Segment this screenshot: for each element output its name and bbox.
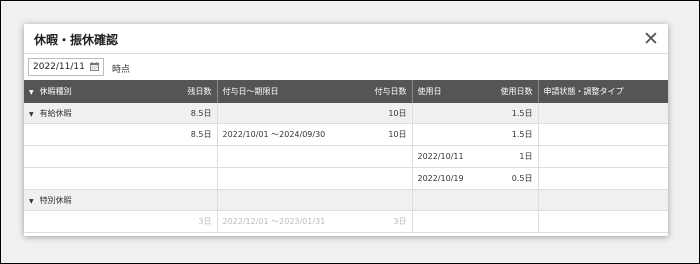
header-used: 使用日 使用日数 <box>412 80 539 103</box>
calendar-icon[interactable] <box>90 62 99 71</box>
cell-used_days: 0.5日 <box>511 174 533 183</box>
cell-period-granted: 10日 <box>217 103 413 124</box>
cell-period-granted: 2022/10/01 ～2024/09/30 10日 <box>217 123 413 146</box>
cell-period-granted <box>217 189 413 211</box>
date-value: 2022/11/11 <box>33 62 85 72</box>
cell-status <box>538 210 668 233</box>
table-row: 8.5日 2022/10/01 ～2024/09/30 10日 1.5日 <box>24 123 668 146</box>
header-period-granted: 付与日～期限日 付与日数 <box>217 80 413 103</box>
cell-period: 2022/10/01 ～2024/09/30 <box>222 130 326 139</box>
cell-granted: 3日 <box>393 217 407 226</box>
cell-status <box>538 167 668 190</box>
cell-granted: 10日 <box>388 130 407 139</box>
vacation-table: ▼ 休暇種別 残日数 付与日～期限日 付与日数 使用日 使用日数 申請状態・調整… <box>24 80 668 233</box>
cell-type: 有給休暇 <box>39 108 72 118</box>
cell-period-granted <box>217 145 413 168</box>
expand-toggle-icon[interactable]: ▼ <box>29 111 34 118</box>
cell-status <box>538 189 668 211</box>
category-row[interactable]: ▼ 特別休暇 <box>24 189 668 211</box>
cell-remaining: 3日 <box>198 217 212 226</box>
divider <box>24 53 668 54</box>
cell-used: 2022/10/19 0.5日 <box>412 167 539 190</box>
table-row: 2022/10/11 1日 <box>24 145 668 168</box>
header-type[interactable]: ▼ 休暇種別 <box>29 86 72 97</box>
header-granted: 付与日数 <box>374 87 407 96</box>
cell-used_date: 2022/10/19 <box>417 174 464 183</box>
cell-type-remaining: 3日 <box>24 210 218 233</box>
cell-used_days: 1.5日 <box>511 130 533 139</box>
cell-period-granted: 2022/12/01 ～2023/01/31 3日 <box>217 210 413 233</box>
table-row: 2022/10/19 0.5日 <box>24 167 668 190</box>
cell-used_date: 2022/10/11 <box>417 152 464 161</box>
cell-used: 1.5日 <box>412 103 539 124</box>
header-remaining: 残日数 <box>187 87 212 96</box>
header-used-date: 使用日 <box>417 87 442 96</box>
header-period: 付与日～期限日 <box>222 87 279 96</box>
header-type-remaining: ▼ 休暇種別 残日数 <box>24 80 218 103</box>
cell-remaining: 8.5日 <box>190 130 212 139</box>
cell-remaining: 8.5日 <box>190 108 212 118</box>
cell-type-remaining <box>24 145 218 168</box>
cell-type-remaining: ▼ 特別休暇 <box>24 189 218 211</box>
cell-status <box>538 123 668 146</box>
cell-type-remaining <box>24 167 218 190</box>
vacation-dialog: 休暇・振休確認 ✕ 2022/11/11 時点 ▼ 休暇種別 残日数 付与日～期… <box>24 24 668 236</box>
header-status: 申請状態・調整タイプ <box>538 80 668 103</box>
cell-used <box>412 210 539 233</box>
cell-status <box>538 145 668 168</box>
header-used-days: 使用日数 <box>500 87 533 96</box>
expand-toggle-icon[interactable]: ▼ <box>29 198 34 205</box>
cell-status <box>538 103 668 124</box>
cell-used: 1.5日 <box>412 123 539 146</box>
cell-period-granted <box>217 167 413 190</box>
cell-used: 2022/10/11 1日 <box>412 145 539 168</box>
cell-used_days: 1.5日 <box>511 108 533 118</box>
cell-period: 2022/12/01 ～2023/01/31 <box>222 217 326 226</box>
close-icon[interactable]: ✕ <box>642 26 660 52</box>
cell-used <box>412 189 539 211</box>
date-input[interactable]: 2022/11/11 <box>28 58 104 76</box>
cell-used_days: 1日 <box>519 152 533 161</box>
cell-type-remaining: ▼ 有給休暇 8.5日 <box>24 103 218 124</box>
cell-type-remaining: 8.5日 <box>24 123 218 146</box>
cell-type: 特別休暇 <box>39 195 72 205</box>
sort-down-icon: ▼ <box>29 89 34 96</box>
dialog-title: 休暇・振休確認 <box>34 33 119 47</box>
category-row[interactable]: ▼ 有給休暇 8.5日 10日 1.5日 <box>24 103 668 124</box>
cell-granted: 10日 <box>388 108 407 118</box>
table-header-row: ▼ 休暇種別 残日数 付与日～期限日 付与日数 使用日 使用日数 申請状態・調整… <box>24 80 668 103</box>
table-row: 3日 2022/12/01 ～2023/01/31 3日 <box>24 210 668 233</box>
as-of-label: 時点 <box>112 65 131 75</box>
